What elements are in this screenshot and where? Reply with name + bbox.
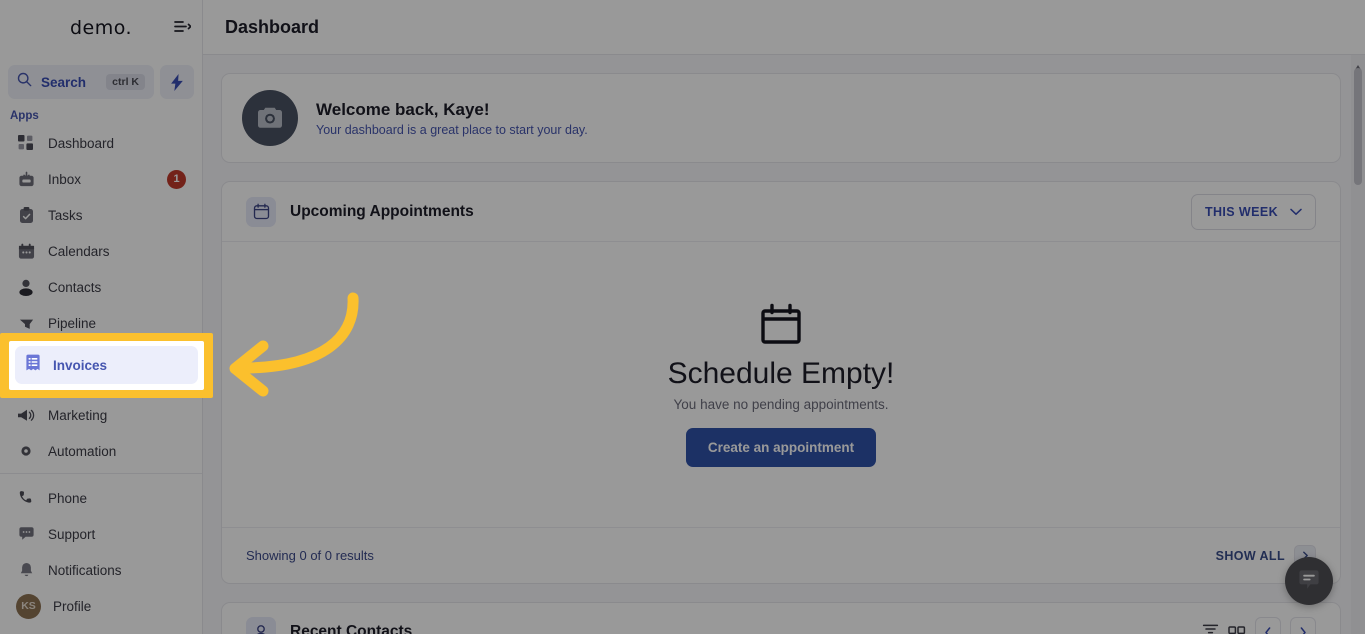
scrollbar-thumb[interactable] bbox=[1354, 68, 1362, 185]
upcoming-appointments-card: Upcoming Appointments THIS WEEK Schedule… bbox=[221, 181, 1341, 584]
sidebar-item-support[interactable]: Support bbox=[6, 516, 196, 552]
chevron-right-icon[interactable] bbox=[1290, 617, 1316, 634]
sidebar-item-label: Dashboard bbox=[48, 135, 115, 151]
sidebar-item-label: Tasks bbox=[48, 207, 83, 223]
search-shortcut-badge: ctrl K bbox=[106, 74, 145, 90]
chevron-down-icon bbox=[1290, 203, 1302, 221]
sidebar-item-label: Phone bbox=[48, 490, 88, 506]
calendar-empty-icon bbox=[758, 302, 804, 353]
empty-title: Schedule Empty! bbox=[667, 357, 895, 390]
person-icon bbox=[16, 277, 36, 297]
chevron-left-icon[interactable] bbox=[1255, 617, 1281, 634]
chat-widget-button[interactable] bbox=[1285, 557, 1333, 605]
sidebar-item-invoices-highlighted[interactable]: Invoices bbox=[15, 346, 198, 384]
search-label: Search bbox=[41, 74, 87, 90]
search-input[interactable]: Search ctrl K bbox=[8, 65, 154, 99]
sidebar-item-dashboard[interactable]: Dashboard bbox=[6, 125, 196, 161]
this-week-filter-button[interactable]: THIS WEEK bbox=[1190, 193, 1316, 230]
dashboard-grid-icon bbox=[16, 133, 36, 153]
sidebar-item-marketing[interactable]: Marketing bbox=[6, 397, 196, 433]
filter-label: THIS WEEK bbox=[1204, 204, 1278, 219]
sidebar-item-notifications[interactable]: Notifications bbox=[6, 552, 196, 588]
welcome-card: Welcome back, Kaye! Your dashboard is a … bbox=[221, 73, 1341, 163]
sidebar-item-label: Pipeline bbox=[48, 315, 97, 331]
pipeline-icon bbox=[16, 313, 36, 333]
sidebar-item-label: Calendars bbox=[48, 243, 110, 259]
sidebar-footer: Phone Support Notifications KS Profile bbox=[0, 473, 202, 634]
scrollbar-up-arrow[interactable] bbox=[1354, 58, 1362, 70]
welcome-text: Welcome back, Kaye! Your dashboard is a … bbox=[316, 100, 588, 137]
highlight-inner: Invoices bbox=[9, 341, 204, 390]
results-count: Showing 0 of 0 results bbox=[246, 548, 374, 563]
recent-contacts-actions bbox=[1202, 617, 1316, 634]
calendar-icon bbox=[16, 241, 36, 261]
calendar-icon bbox=[246, 196, 276, 227]
sidebar-item-inbox[interactable]: Inbox 1 bbox=[6, 161, 196, 197]
megaphone-icon bbox=[16, 405, 36, 425]
sidebar-item-label: Support bbox=[48, 526, 96, 542]
recent-contacts-card: Recent Contacts bbox=[221, 602, 1341, 634]
inbox-badge: 1 bbox=[167, 169, 186, 189]
avatar: KS bbox=[16, 593, 41, 619]
sidebar-item-profile[interactable]: KS Profile bbox=[6, 588, 196, 624]
phone-icon bbox=[16, 488, 36, 508]
sidebar-item-automation[interactable]: Automation bbox=[6, 433, 196, 469]
automation-icon bbox=[16, 441, 36, 461]
invoice-receipt-icon bbox=[25, 354, 41, 376]
show-all-label: SHOW ALL bbox=[1215, 548, 1285, 563]
sidebar-item-label: Notifications bbox=[48, 562, 122, 578]
sidebar-item-label: Invoices bbox=[53, 357, 108, 373]
sidebar-item-label: Automation bbox=[48, 443, 117, 459]
sidebar: demo. Search ctrl K Apps Dashboard Inbox… bbox=[0, 0, 203, 634]
sidebar-item-label: Inbox bbox=[48, 171, 82, 187]
sidebar-item-label: Contacts bbox=[48, 279, 102, 295]
page-title: Dashboard bbox=[225, 16, 320, 37]
collapse-menu-icon[interactable] bbox=[168, 12, 196, 40]
vertical-scrollbar[interactable] bbox=[1351, 55, 1365, 634]
sidebar-item-label: Marketing bbox=[48, 407, 108, 423]
appointments-title: Upcoming Appointments bbox=[290, 202, 474, 220]
sidebar-item-calendars[interactable]: Calendars bbox=[6, 233, 196, 269]
grid-view-icon[interactable] bbox=[1228, 623, 1246, 634]
sidebar-item-contacts[interactable]: Contacts bbox=[6, 269, 196, 305]
appointments-header: Upcoming Appointments THIS WEEK bbox=[222, 182, 1340, 242]
sidebar-item-tasks[interactable]: Tasks bbox=[6, 197, 196, 233]
sidebar-nav: Apps Dashboard Inbox 1 Tasks Calendars C… bbox=[0, 99, 202, 473]
main-area: Dashboard Welcome back, Kaye! Your dashb… bbox=[203, 0, 1365, 634]
clipboard-check-icon bbox=[16, 205, 36, 225]
screen: demo. Search ctrl K Apps Dashboard Inbox… bbox=[0, 0, 1365, 634]
recent-contacts-title: Recent Contacts bbox=[290, 623, 413, 634]
sort-filter-icon[interactable] bbox=[1202, 622, 1219, 634]
sidebar-section-label-apps: Apps bbox=[10, 110, 39, 122]
bell-icon bbox=[16, 560, 36, 580]
top-bar: Dashboard bbox=[203, 0, 1365, 55]
sidebar-item-label: Profile bbox=[53, 598, 92, 614]
recent-contacts-header: Recent Contacts bbox=[222, 603, 1340, 634]
curved-arrow-left-icon bbox=[205, 290, 365, 405]
dashboard-content: Welcome back, Kaye! Your dashboard is a … bbox=[203, 55, 1365, 634]
brand-logo: demo. bbox=[69, 16, 133, 39]
sidebar-item-phone[interactable]: Phone bbox=[6, 480, 196, 516]
search-icon bbox=[17, 72, 32, 92]
welcome-subtitle: Your dashboard is a great place to start… bbox=[316, 122, 588, 137]
appointments-footer: Showing 0 of 0 results SHOW ALL bbox=[222, 527, 1340, 583]
inbox-tray-icon bbox=[16, 169, 36, 189]
sidebar-header: demo. bbox=[0, 0, 202, 55]
person-icon bbox=[246, 617, 276, 634]
sidebar-search-row: Search ctrl K bbox=[0, 65, 202, 99]
appointments-empty-state: Schedule Empty! You have no pending appo… bbox=[222, 242, 1340, 527]
chat-bubble-icon bbox=[16, 524, 36, 544]
empty-subtitle: You have no pending appointments. bbox=[673, 397, 889, 412]
highlight-box: Invoices bbox=[0, 333, 213, 398]
camera-icon[interactable] bbox=[242, 90, 298, 146]
welcome-title: Welcome back, Kaye! bbox=[316, 99, 490, 119]
lightning-bolt-icon[interactable] bbox=[160, 65, 194, 99]
create-appointment-button[interactable]: Create an appointment bbox=[685, 428, 877, 467]
